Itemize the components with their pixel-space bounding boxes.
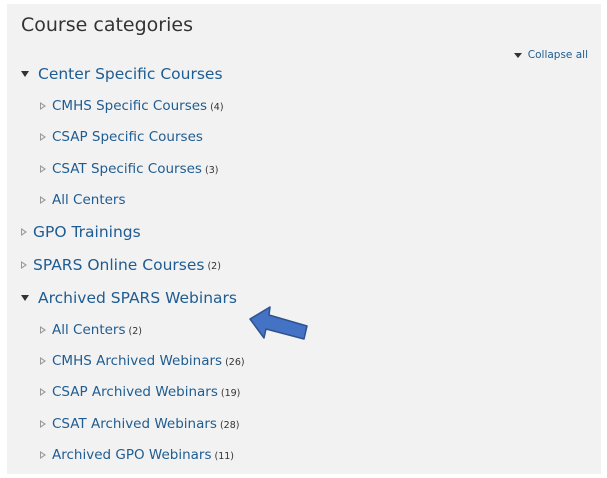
triangle-right-icon[interactable] xyxy=(40,102,46,110)
subcategory-csat-archived-webinars[interactable]: CSAT Archived Webinars (28) xyxy=(40,416,239,432)
subcategory-csap-specific-courses[interactable]: CSAP Specific Courses xyxy=(40,129,203,145)
subcategory-csat-specific-courses[interactable]: CSAT Specific Courses (3) xyxy=(40,161,218,177)
subcategory-archived-gpo-webinars[interactable]: Archived GPO Webinars (11) xyxy=(40,447,234,463)
collapse-all-label: Collapse all xyxy=(527,49,588,61)
triangle-right-icon[interactable] xyxy=(21,261,27,269)
triangle-right-icon[interactable] xyxy=(40,133,46,141)
subcategory-label[interactable]: All Centers xyxy=(52,322,126,338)
arrow-left-icon xyxy=(249,306,308,340)
category-label[interactable]: Archived SPARS Webinars xyxy=(38,289,237,307)
subcategory-all-centers-archived[interactable]: All Centers (2) xyxy=(40,322,142,338)
triangle-right-icon[interactable] xyxy=(40,451,46,459)
triangle-right-icon[interactable] xyxy=(40,420,46,428)
category-label[interactable]: SPARS Online Courses xyxy=(33,256,204,274)
category-spars-online-courses[interactable]: SPARS Online Courses (2) xyxy=(21,256,221,274)
subcategory-label[interactable]: CSAT Archived Webinars xyxy=(52,416,217,432)
subcategory-label[interactable]: CSAT Specific Courses xyxy=(52,161,202,177)
subcategory-label[interactable]: CMHS Archived Webinars xyxy=(52,353,222,369)
course-count: (26) xyxy=(225,356,245,368)
subcategory-label[interactable]: All Centers xyxy=(52,192,126,208)
subcategory-label[interactable]: Archived GPO Webinars xyxy=(52,447,212,463)
course-count: (2) xyxy=(207,260,221,272)
subcategory-label[interactable]: CSAP Specific Courses xyxy=(52,129,203,145)
subcategory-csap-archived-webinars[interactable]: CSAP Archived Webinars (19) xyxy=(40,384,240,400)
course-count: (19) xyxy=(220,387,241,399)
course-count: (3) xyxy=(204,164,219,176)
triangle-down-icon xyxy=(513,52,522,58)
triangle-right-icon[interactable] xyxy=(40,165,46,173)
category-archived-spars-webinars[interactable]: Archived SPARS Webinars xyxy=(21,289,237,307)
subcategory-label[interactable]: CMHS Specific Courses xyxy=(52,98,207,114)
subcategory-all-centers[interactable]: All Centers xyxy=(40,192,126,208)
triangle-down-icon[interactable] xyxy=(21,295,29,301)
triangle-down-icon[interactable] xyxy=(21,71,29,77)
triangle-right-icon[interactable] xyxy=(40,196,46,204)
category-gpo-trainings[interactable]: GPO Trainings xyxy=(21,223,141,241)
course-count: (11) xyxy=(214,450,235,462)
triangle-right-icon[interactable] xyxy=(40,388,46,396)
subcategory-cmhs-specific-courses[interactable]: CMHS Specific Courses (4) xyxy=(40,98,224,114)
category-label[interactable]: GPO Trainings xyxy=(33,223,141,241)
course-count: (4) xyxy=(210,101,224,113)
course-count: (28) xyxy=(219,419,240,431)
triangle-right-icon[interactable] xyxy=(21,228,27,236)
page-title: Course categories xyxy=(21,14,193,36)
category-center-specific-courses[interactable]: Center Specific Courses xyxy=(21,65,223,83)
triangle-right-icon[interactable] xyxy=(40,357,46,365)
subcategory-label[interactable]: CSAP Archived Webinars xyxy=(52,384,218,400)
subcategory-cmhs-archived-webinars[interactable]: CMHS Archived Webinars (26) xyxy=(40,353,245,369)
course-categories-panel: Course categories Collapse all Center Sp… xyxy=(7,4,601,474)
category-label[interactable]: Center Specific Courses xyxy=(38,65,223,83)
collapse-all-link[interactable]: Collapse all xyxy=(513,49,588,61)
course-count: (2) xyxy=(128,325,142,337)
triangle-right-icon[interactable] xyxy=(40,326,46,334)
